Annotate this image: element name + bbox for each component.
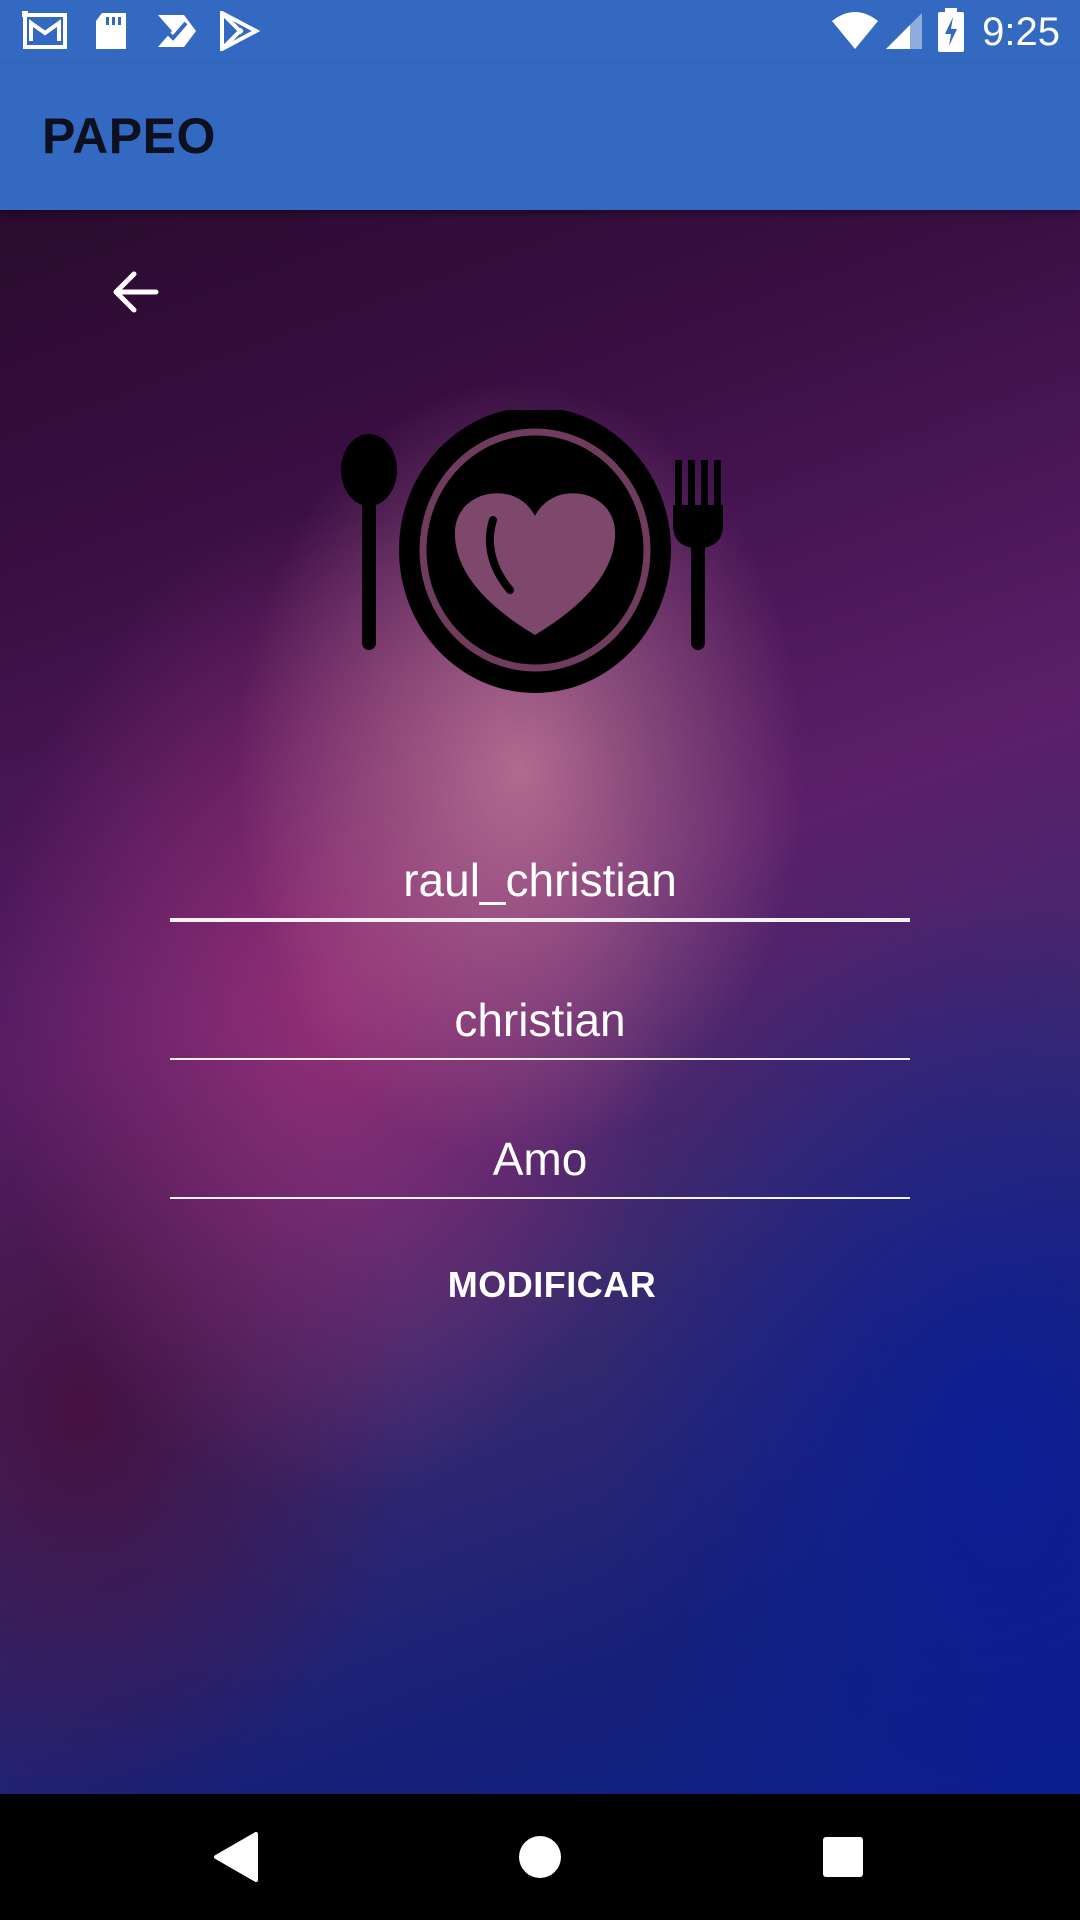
gmail-icon [22, 11, 67, 49]
sd-card-icon [96, 13, 126, 49]
name-underline [170, 1058, 910, 1060]
play-store-icon [220, 11, 261, 51]
role-input[interactable] [170, 1121, 910, 1197]
navigation-bar [0, 1794, 1080, 1920]
app-bar: PAPEO [0, 63, 1080, 210]
role-underline [170, 1197, 910, 1199]
username-underline [170, 918, 910, 922]
back-triangle-icon[interactable] [200, 1822, 270, 1892]
arrow-back-icon[interactable] [104, 260, 168, 324]
modify-button[interactable]: MODIFICAR [402, 1250, 702, 1320]
task-check-icon [158, 15, 196, 47]
app-title: PAPEO [42, 108, 216, 164]
battery-charging-icon [938, 8, 964, 52]
name-input[interactable] [170, 982, 910, 1058]
plate-heart-cutlery-icon [341, 410, 723, 693]
role-field[interactable] [170, 1121, 910, 1201]
status-time: 9:25 [982, 10, 1060, 54]
username-input[interactable] [170, 842, 910, 918]
recents-square-icon[interactable] [808, 1822, 878, 1892]
username-field[interactable] [170, 842, 910, 922]
name-field[interactable] [170, 982, 910, 1062]
status-bar: 9:25 [0, 0, 1080, 63]
wifi-icon [832, 12, 878, 49]
content-area: MODIFICAR [0, 210, 1080, 1794]
screen: 9:25 PAPEO raul_christian christian Amo … [0, 0, 1080, 1920]
signal-icon [886, 13, 922, 49]
home-circle-icon[interactable] [505, 1822, 575, 1892]
